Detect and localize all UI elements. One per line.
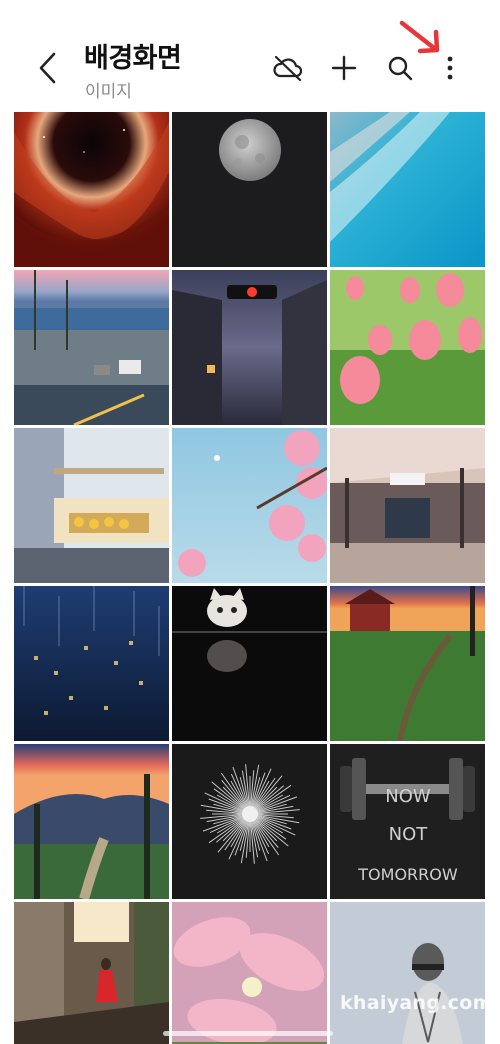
image-thumbnail[interactable] (172, 744, 327, 899)
poster-text-now: NOW (385, 786, 431, 807)
add-button[interactable] (326, 50, 362, 86)
image-thumbnail[interactable] (330, 112, 485, 267)
home-indicator[interactable] (163, 1031, 333, 1036)
image-thumbnail[interactable] (330, 586, 485, 741)
poster-text-tomorrow: TOMORROW (357, 865, 458, 884)
image-thumbnail[interactable] (172, 270, 327, 425)
plus-icon (331, 55, 357, 81)
image-thumbnail[interactable] (330, 428, 485, 583)
image-thumbnail[interactable] (14, 744, 169, 899)
page-subtitle: 이미지 (85, 82, 132, 102)
watermark-text: khaiyang.com (340, 992, 493, 1014)
image-thumbnail[interactable] (172, 902, 327, 1044)
image-thumbnail[interactable] (172, 428, 327, 583)
image-thumbnail[interactable]: NOW NOT TOMORROW (330, 744, 485, 899)
image-thumbnail[interactable] (14, 112, 169, 267)
image-grid: NOW NOT TOMORROW (14, 112, 487, 1044)
image-thumbnail[interactable] (14, 270, 169, 425)
image-thumbnail[interactable] (330, 902, 485, 1044)
cloud-off-icon (273, 55, 303, 82)
poster-text-not: NOT (389, 824, 429, 845)
page-title: 배경화면 (84, 43, 182, 74)
image-thumbnail[interactable] (14, 902, 169, 1044)
image-thumbnail[interactable] (172, 586, 327, 741)
search-icon (388, 56, 413, 81)
back-icon (39, 52, 56, 84)
red-arrow-annotation-icon (399, 20, 440, 54)
image-thumbnail[interactable] (172, 112, 327, 267)
cloud-sync-button[interactable] (270, 50, 306, 86)
back-button[interactable] (30, 48, 66, 88)
image-thumbnail[interactable] (330, 270, 485, 425)
image-thumbnail[interactable] (14, 586, 169, 741)
app-header: 배경화면 이미지 (0, 0, 500, 108)
image-thumbnail[interactable] (14, 428, 169, 583)
more-vert-icon (447, 56, 453, 80)
